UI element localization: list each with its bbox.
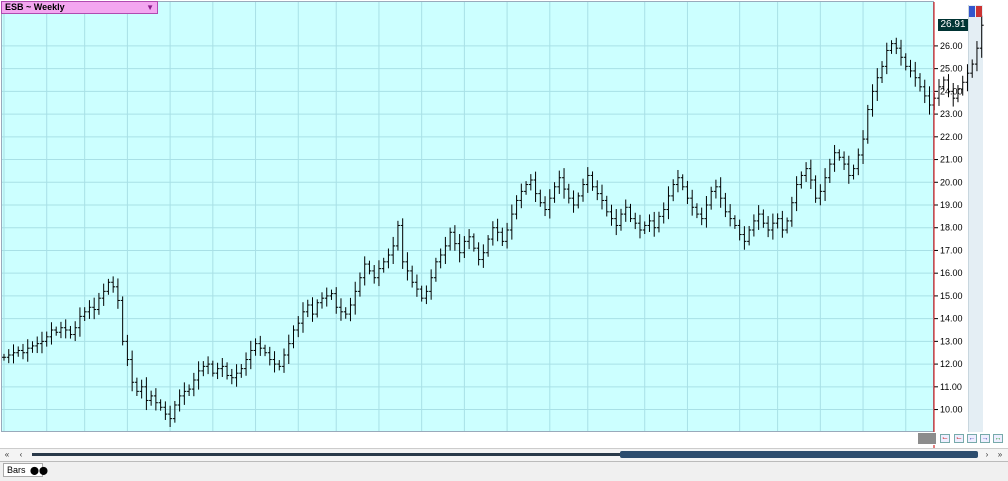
y-tick-label: 15.00 xyxy=(940,291,963,301)
chart-window: 10.00 11.00 12.00 13.00 14.00 15.00 16.00 17.00… xyxy=(0,0,1008,481)
y-tick-label: 12.00 xyxy=(940,359,963,369)
y-tick-label: 20.00 xyxy=(940,177,963,187)
arrow-left-icon[interactable]: ← xyxy=(967,434,977,443)
symbol-title-box[interactable]: ESB ~ Weekly ▼ xyxy=(1,1,158,14)
zoom-out-icon[interactable]: ⌙ xyxy=(940,434,950,443)
arrow-right-icon[interactable]: → xyxy=(980,434,990,443)
bars-tab[interactable]: Bars ⬤⬤ xyxy=(3,463,48,477)
horizontal-scrollbar[interactable]: « ‹ › » xyxy=(0,448,1008,461)
bottom-tab-bar xyxy=(0,461,1008,481)
bars-tab-label: Bars xyxy=(7,465,26,475)
dropdown-caret-icon[interactable]: ▼ xyxy=(146,2,154,13)
y-tick-label: 21.00 xyxy=(940,155,963,165)
y-tick-label: 11.00 xyxy=(940,382,962,392)
price-chart: 10.00 11.00 12.00 13.00 14.00 15.00 16.00 17.00… xyxy=(2,2,984,448)
ohlc-bars xyxy=(2,15,984,428)
red-scale-tag-icon[interactable] xyxy=(976,6,982,17)
scroll-end-icon[interactable]: » xyxy=(995,450,1005,459)
corner-gray-box xyxy=(918,433,936,444)
fit-icon[interactable]: ⌙ xyxy=(954,434,964,443)
last-price-label: 26.91 xyxy=(938,19,968,32)
gridlines xyxy=(2,2,934,431)
blue-scale-tag-icon[interactable] xyxy=(969,6,975,17)
scroll-thumb[interactable] xyxy=(620,451,978,458)
y-tick-label: 16.00 xyxy=(940,268,963,278)
scroll-left-icon[interactable]: ‹ xyxy=(16,450,26,459)
y-tick-label: 24.00 xyxy=(940,86,963,96)
link-dots-icon: ⬤⬤ xyxy=(30,466,48,475)
y-tick-label: 13.00 xyxy=(940,336,963,346)
scroll-start-icon[interactable]: « xyxy=(2,450,12,459)
x-axis-bar xyxy=(0,432,1008,445)
y-tick-label: 10.00 xyxy=(940,405,963,415)
y-tick-label: 19.00 xyxy=(940,200,963,210)
symbol-title: ESB ~ Weekly xyxy=(5,2,65,12)
y-tick-label: 22.00 xyxy=(940,132,963,142)
y-tick-label: 23.00 xyxy=(940,109,963,119)
scale-tags[interactable] xyxy=(969,6,983,18)
y-tick-label: 17.00 xyxy=(940,245,963,255)
y-tick-label: 26.00 xyxy=(940,41,963,51)
y-tick-label: 25.00 xyxy=(940,64,963,74)
scroll-right-icon[interactable]: › xyxy=(982,450,992,459)
y-tick-label: 14.00 xyxy=(940,314,963,324)
y-tick-label: 18.00 xyxy=(940,223,963,233)
arrows-both-icon[interactable]: ↔ xyxy=(993,434,1003,443)
